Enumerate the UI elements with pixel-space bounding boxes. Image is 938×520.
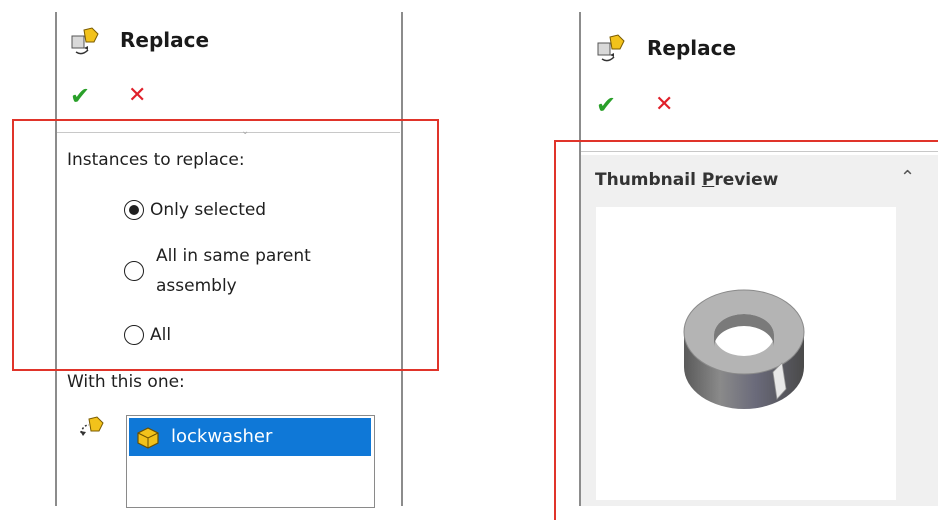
close-icon: ✕: [655, 92, 674, 117]
close-icon: ✕: [128, 83, 147, 108]
replacement-list[interactable]: lockwasher: [126, 415, 375, 508]
ok-button[interactable]: ✔: [70, 84, 90, 108]
checkmark-icon: ✔: [596, 91, 617, 119]
checkmark-icon: ✔: [70, 82, 91, 110]
cancel-button[interactable]: ✕: [655, 94, 673, 116]
page-title: Replace: [120, 28, 210, 52]
cancel-button[interactable]: ✕: [128, 85, 146, 107]
replace-with-icon: [77, 415, 107, 449]
ok-button[interactable]: ✔: [596, 93, 616, 117]
part-icon: [135, 425, 161, 463]
page-title: Replace: [647, 36, 737, 60]
with-this-one-label: With this one:: [67, 372, 185, 392]
list-item-label[interactable]: lockwasher: [171, 418, 272, 456]
replace-components-icon: [70, 26, 102, 60]
list-item[interactable]: lockwasher: [129, 418, 371, 456]
replace-components-icon: [596, 33, 628, 67]
highlight-box: [554, 140, 938, 520]
highlight-box: [12, 119, 439, 371]
